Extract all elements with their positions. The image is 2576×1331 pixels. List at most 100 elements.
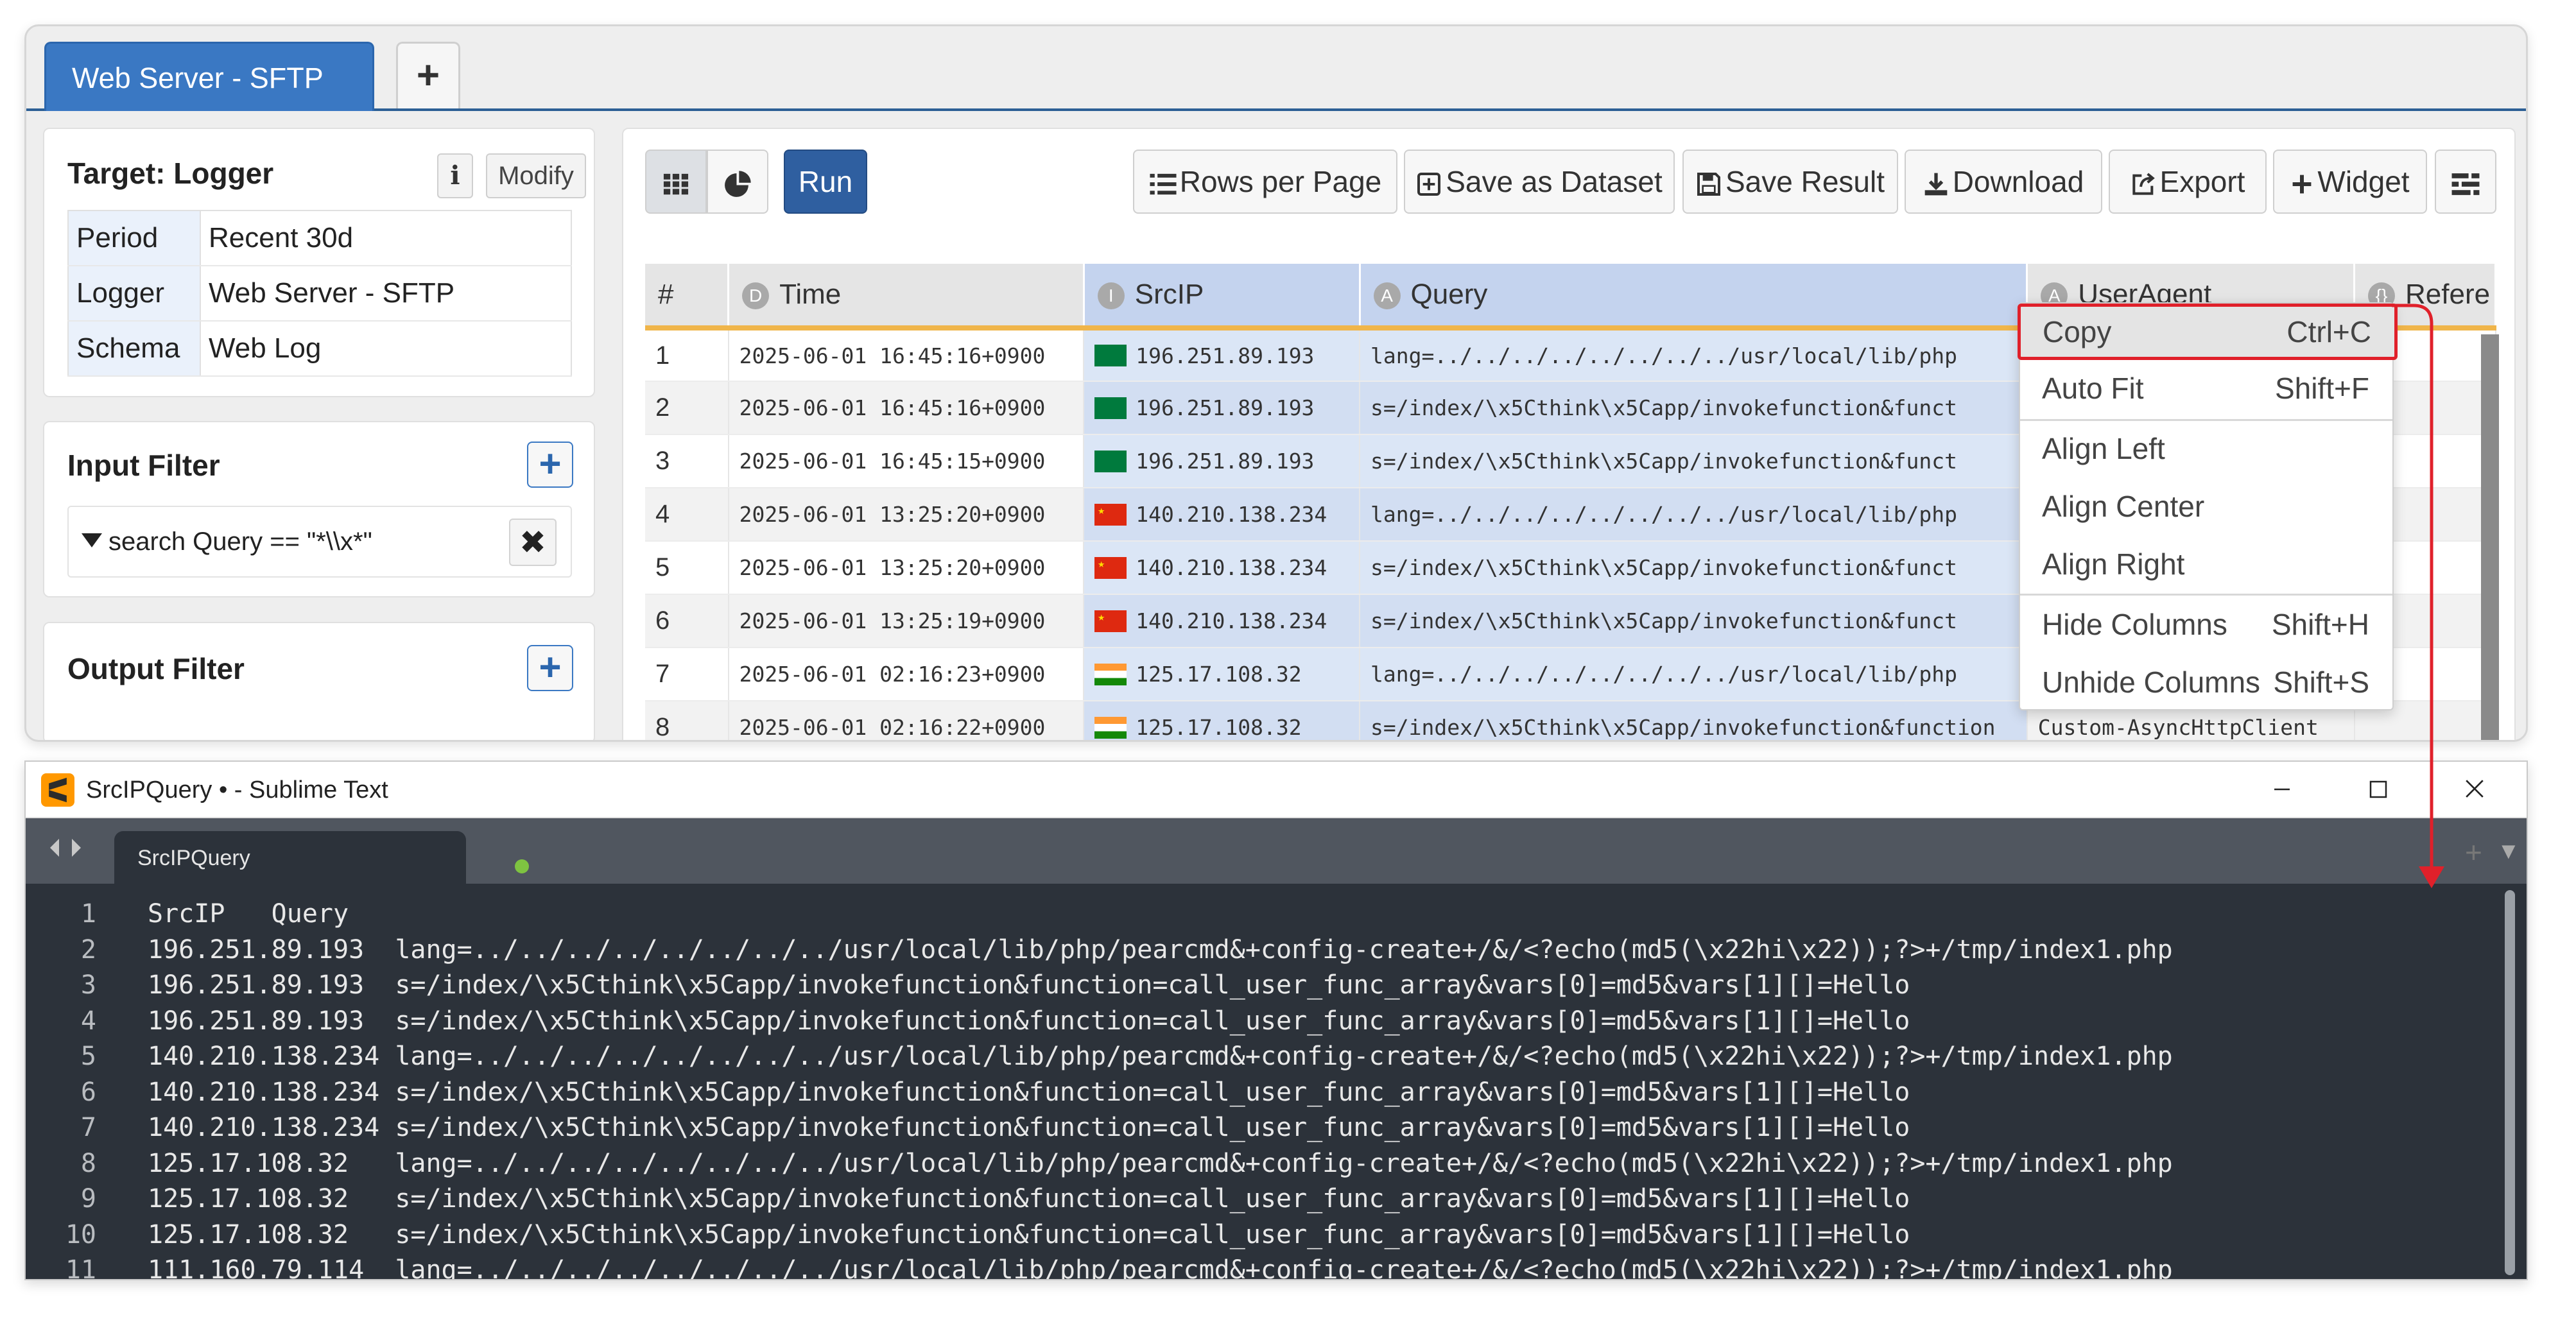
- cell-srcip[interactable]: 140.210.138.234: [1084, 594, 1361, 648]
- line-number: 7: [80, 1113, 96, 1142]
- remove-filter-button[interactable]: ✖: [509, 519, 557, 566]
- sublime-window-title: SrcIPQuery • - Sublime Text: [86, 777, 388, 803]
- editor-text[interactable]: SrcIP Query 196.251.89.193 lang=../../../…: [148, 897, 2173, 1279]
- code-line[interactable]: 196.251.89.193 s=/index/\x5Cthink\x5Capp…: [148, 1004, 2173, 1040]
- cell-query[interactable]: s=/index/\x5Cthink\x5Capp/invokefunction…: [1360, 701, 2028, 740]
- rows-per-page-button[interactable]: Rows per Page: [1133, 150, 1397, 214]
- context-menu-unhide-columns[interactable]: Unhide Columns Shift+S: [2020, 654, 2392, 710]
- header-srcip[interactable]: I SrcIP: [1084, 264, 1361, 331]
- cell-time[interactable]: 2025-06-01 13:25:20+0900: [728, 488, 1085, 542]
- context-menu-align-center[interactable]: Align Center: [2020, 478, 2392, 535]
- modify-button[interactable]: Modify: [486, 153, 586, 198]
- download-button[interactable]: Download: [1905, 150, 2102, 214]
- tab-nav-arrows[interactable]: [45, 835, 90, 866]
- cell-srcip[interactable]: 196.251.89.193: [1084, 328, 1361, 382]
- header-query[interactable]: A Query: [1360, 264, 2028, 331]
- context-menu-auto-fit[interactable]: Auto Fit Shift+F: [2020, 360, 2392, 416]
- widget-label: Widget: [2317, 165, 2410, 198]
- cell-srcip[interactable]: 125.17.108.32: [1084, 648, 1361, 701]
- code-line[interactable]: SrcIP Query: [148, 897, 2173, 932]
- vertical-scrollbar[interactable]: [2481, 334, 2499, 740]
- menu-item-label: Auto Fit: [2042, 372, 2144, 405]
- srcip-value: 140.210.138.234: [1136, 555, 1327, 580]
- code-line[interactable]: 125.17.108.32 s=/index/\x5Cthink\x5Capp/…: [148, 1217, 2173, 1253]
- cell-row-number[interactable]: 8: [645, 701, 729, 740]
- code-line[interactable]: 111.160.79.114 lang=../../../../../../..…: [148, 1253, 2173, 1279]
- header-time[interactable]: D Time: [728, 264, 1085, 331]
- new-tab-plus-icon[interactable]: +: [2465, 835, 2482, 870]
- tab-web-server-sftp[interactable]: Web Server - SFTP: [44, 42, 374, 111]
- cell-time[interactable]: 2025-06-01 13:25:20+0900: [728, 541, 1085, 595]
- cell-time[interactable]: 2025-06-01 02:16:22+0900: [728, 701, 1085, 740]
- cell-query[interactable]: s=/index/\x5Cthink\x5Capp/invokefunction…: [1360, 594, 2028, 648]
- export-label: Export: [2159, 165, 2245, 198]
- context-menu-align-left[interactable]: Align Left: [2020, 420, 2392, 477]
- cell-query[interactable]: lang=../../../../../../../../usr/local/l…: [1360, 488, 2028, 542]
- column-settings-button[interactable]: [2435, 150, 2496, 214]
- target-value: Recent 30d: [200, 210, 571, 266]
- cell-row-number[interactable]: 2: [645, 381, 729, 435]
- cell-query[interactable]: lang=../../../../../../../../usr/local/l…: [1360, 648, 2028, 701]
- cell-query[interactable]: s=/index/\x5Cthink\x5Capp/invokefunction…: [1360, 434, 2028, 488]
- chart-view-button[interactable]: [707, 150, 768, 214]
- header-row-number[interactable]: #: [645, 264, 730, 331]
- country-flag-icon: [1094, 397, 1127, 419]
- add-tab-button[interactable]: +: [396, 42, 460, 108]
- editor-scrollbar[interactable]: [2505, 890, 2515, 1275]
- cell-row-number[interactable]: 3: [645, 434, 729, 488]
- code-line[interactable]: 196.251.89.193 lang=../../../../../../..…: [148, 932, 2173, 968]
- cell-time[interactable]: 2025-06-01 16:45:16+0900: [728, 328, 1085, 382]
- line-number: 6: [80, 1077, 96, 1107]
- widget-button[interactable]: Widget: [2273, 150, 2427, 214]
- info-button[interactable]: i: [437, 153, 473, 198]
- cell-time[interactable]: 2025-06-01 13:25:19+0900: [728, 594, 1085, 648]
- input-filter-title: Input Filter: [67, 449, 220, 482]
- cell-query[interactable]: s=/index/\x5Cthink\x5Capp/invokefunction…: [1360, 541, 2028, 595]
- code-line[interactable]: 140.210.138.234 s=/index/\x5Cthink\x5Cap…: [148, 1110, 2173, 1146]
- export-button[interactable]: Export: [2109, 150, 2267, 214]
- cell-time[interactable]: 2025-06-01 02:16:23+0900: [728, 648, 1085, 701]
- cell-row-number[interactable]: 1: [645, 328, 729, 382]
- download-label: Download: [1952, 165, 2084, 198]
- grid-view-button[interactable]: [645, 150, 707, 214]
- add-output-filter-button[interactable]: +: [527, 645, 573, 691]
- cell-query[interactable]: s=/index/\x5Cthink\x5Capp/invokefunction…: [1360, 381, 2028, 435]
- share-icon: [2132, 173, 2155, 195]
- editor-area[interactable]: 1 2 3 4 5 6 7 8 9 10 11 SrcIP Query 196.251.89.193 …: [26, 884, 2527, 1279]
- cell-row-number[interactable]: 5: [645, 541, 729, 595]
- maximize-button[interactable]: [2330, 762, 2426, 818]
- cell-row-number[interactable]: 4: [645, 488, 729, 542]
- cell-row-number[interactable]: 7: [645, 648, 729, 701]
- cell-srcip[interactable]: 140.210.138.234: [1084, 488, 1361, 542]
- code-line[interactable]: 125.17.108.32 s=/index/\x5Cthink\x5Capp/…: [148, 1181, 2173, 1217]
- cell-query[interactable]: lang=../../../../../../../../usr/local/l…: [1360, 328, 2028, 382]
- code-line[interactable]: 140.210.138.234 s=/index/\x5Cthink\x5Cap…: [148, 1075, 2173, 1111]
- target-key: Schema: [68, 321, 201, 377]
- add-input-filter-button[interactable]: +: [527, 442, 573, 488]
- pie-chart-icon: [725, 171, 751, 197]
- tab-list-chevron-icon[interactable]: ▼: [2497, 837, 2520, 864]
- cell-srcip[interactable]: 125.17.108.32: [1084, 701, 1361, 740]
- cell-time[interactable]: 2025-06-01 16:45:16+0900: [728, 381, 1085, 435]
- context-menu-copy[interactable]: Copy Ctrl+C: [2018, 304, 2398, 360]
- code-line[interactable]: 140.210.138.234 lang=../../../../../../.…: [148, 1039, 2173, 1075]
- srcip-value: 196.251.89.193: [1136, 343, 1315, 368]
- code-line[interactable]: 196.251.89.193 s=/index/\x5Cthink\x5Capp…: [148, 968, 2173, 1004]
- cell-srcip[interactable]: 196.251.89.193: [1084, 381, 1361, 435]
- cell-time[interactable]: 2025-06-01 16:45:15+0900: [728, 434, 1085, 488]
- run-button[interactable]: Run: [784, 150, 867, 214]
- maximize-icon: [2369, 780, 2387, 798]
- save-as-dataset-button[interactable]: Save as Dataset: [1404, 150, 1675, 214]
- context-menu-align-right[interactable]: Align Right: [2020, 536, 2392, 592]
- close-button[interactable]: [2426, 762, 2523, 818]
- save-result-button[interactable]: Save Result: [1682, 150, 1898, 214]
- context-menu-hide-columns[interactable]: Hide Columns Shift+H: [2020, 596, 2392, 653]
- cell-row-number[interactable]: 6: [645, 594, 729, 648]
- tab-label: SrcIPQuery: [137, 846, 250, 870]
- tab-srcipquery[interactable]: SrcIPQuery: [114, 831, 529, 885]
- cell-srcip[interactable]: 196.251.89.193: [1084, 434, 1361, 488]
- input-filter-expression[interactable]: search Query == "*\\x*" ✖: [67, 506, 572, 578]
- code-line[interactable]: 125.17.108.32 lang=../../../../../../../…: [148, 1146, 2173, 1182]
- cell-srcip[interactable]: 140.210.138.234: [1084, 541, 1361, 595]
- minimize-button[interactable]: [2234, 762, 2330, 818]
